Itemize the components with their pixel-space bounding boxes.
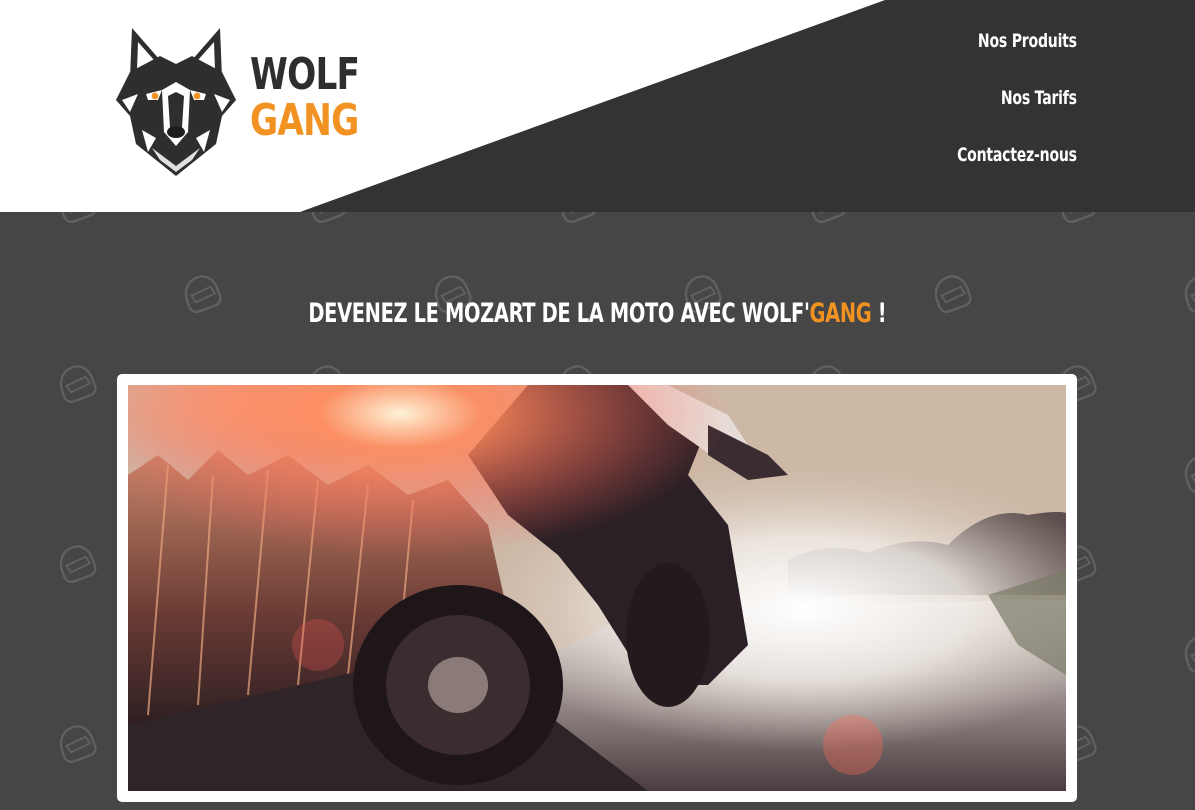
nav-link-tarifs[interactable]: Nos Tarifs [957, 81, 1077, 138]
nav-link-produits[interactable]: Nos Produits [957, 24, 1077, 81]
helmet-icon [59, 365, 97, 404]
hero-headline: DEVENEZ LE MOZART DE LA MOTO AVEC WOLF'G… [309, 298, 887, 329]
brand-name: WOLF GANG [250, 49, 360, 146]
wolf-head-icon [116, 28, 236, 176]
hero-image-frame [117, 374, 1077, 802]
hero-headline-suffix: ! [871, 298, 887, 329]
hero-headline-accent: GANG [809, 298, 872, 329]
helmet-icon [59, 212, 97, 224]
motorcycle-night-road-photo [128, 385, 1066, 791]
hero-headline-prefix: DEVENEZ LE MOZART DE LA MOTO AVEC WOLF' [308, 298, 811, 329]
helmet-icon [1184, 455, 1195, 494]
nav-link-contact[interactable]: Contactez-nous [957, 138, 1077, 195]
brand-logo[interactable]: WOLF GANG [112, 20, 390, 176]
helmet-icon [809, 212, 847, 224]
helmet-icon [59, 545, 97, 584]
helmet-icon [59, 725, 97, 764]
brand-name-line1: WOLF [250, 49, 360, 100]
helmet-icon [559, 212, 597, 224]
hero-headline-wrap: DEVENEZ LE MOZART DE LA MOTO AVEC WOLF'G… [0, 298, 1195, 329]
helmet-icon [1059, 212, 1097, 224]
brand-name-line2: GANG [250, 95, 359, 146]
hero-image [128, 385, 1066, 791]
main-nav: Nos Produits Nos Tarifs Contactez-nous [915, 24, 1077, 195]
helmet-icon [1184, 635, 1195, 674]
site-header: WOLF GANG Nos Produits Nos Tarifs Contac… [0, 0, 1195, 212]
helmet-icon [309, 212, 347, 224]
